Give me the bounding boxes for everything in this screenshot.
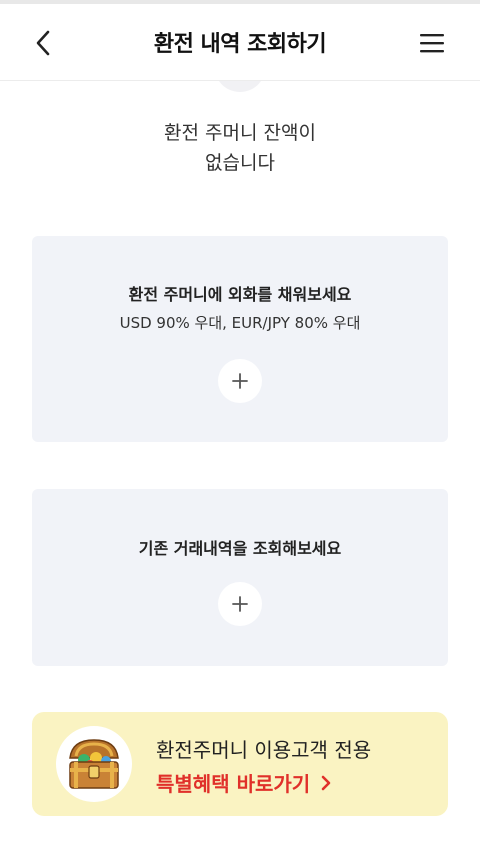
promo-link-label: 특별혜택 바로가기 [156, 772, 311, 796]
back-button[interactable] [28, 26, 58, 60]
empty-state-message: 환전 주머니 잔액이 없습니다 [0, 118, 480, 178]
treasure-chest-icon [69, 739, 119, 789]
empty-state-line-2: 없습니다 [205, 152, 275, 174]
fill-currency-card[interactable]: 환전 주머니에 외화를 채워보세요 USD 90% 우대, EUR/JPY 80… [32, 236, 448, 442]
page-title: 환전 내역 조회하기 [153, 32, 327, 57]
hamburger-menu-icon [420, 34, 444, 53]
fill-currency-card-subtitle: USD 90% 우대, EUR/JPY 80% 우대 [119, 314, 361, 332]
app-header: 환전 내역 조회하기 [0, 4, 480, 81]
add-currency-button[interactable] [218, 359, 262, 403]
promo-line-1: 환전주머니 이용고객 전용 [156, 738, 372, 762]
lookup-history-button[interactable] [218, 582, 262, 626]
chevron-right-icon [320, 774, 332, 792]
history-lookup-card-title: 기존 거래내역을 조회해보세요 [138, 539, 342, 558]
history-lookup-card[interactable]: 기존 거래내역을 조회해보세요 [32, 489, 448, 666]
promo-icon-circle [56, 726, 132, 802]
fill-currency-card-title: 환전 주머니에 외화를 채워보세요 [128, 285, 352, 304]
plus-icon [232, 596, 248, 612]
chevron-left-icon [36, 30, 50, 56]
promo-line-2[interactable]: 특별혜택 바로가기 [156, 768, 332, 797]
menu-button[interactable] [414, 28, 450, 58]
plus-icon [232, 373, 248, 389]
special-benefit-banner[interactable]: 환전주머니 이용고객 전용 특별혜택 바로가기 [32, 712, 448, 816]
empty-state-line-1: 환전 주머니 잔액이 [164, 122, 316, 144]
